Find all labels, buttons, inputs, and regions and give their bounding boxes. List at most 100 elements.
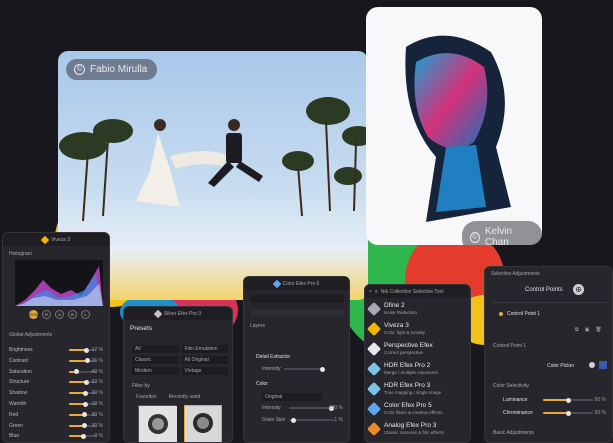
nik-tool-icon bbox=[366, 381, 382, 397]
nik-tool-item[interactable]: Viveza 3 Color, light & tonality bbox=[366, 321, 466, 341]
silver-efex-titlebar: Silver Efex Pro 3 bbox=[124, 307, 232, 320]
group-icon[interactable]: ▣ bbox=[585, 327, 590, 333]
preset-tab-classic[interactable]: Classic bbox=[132, 356, 179, 364]
control-point-1-row[interactable]: Control Point 1 bbox=[499, 311, 540, 317]
nik-tool-name: Color Efex Pro 5 bbox=[384, 402, 432, 409]
preset-tab-modern[interactable]: Modern bbox=[132, 367, 179, 375]
color-efex-row-1[interactable] bbox=[250, 309, 344, 316]
channel-b-button[interactable]: B bbox=[68, 310, 77, 319]
viveza-panel: Viveza 3 Histogram RGB R G B L Global Ad… bbox=[2, 232, 110, 443]
intensity-2-slider[interactable] bbox=[289, 405, 334, 411]
luminance-value: 50 % bbox=[594, 397, 606, 403]
chrominance-slider[interactable] bbox=[543, 410, 593, 416]
channel-rgb-button[interactable]: RGB bbox=[29, 310, 38, 319]
viveza-slider-row: Brightness 17 % bbox=[9, 345, 103, 355]
nik-tool-name: Perspective Efex bbox=[384, 342, 433, 349]
nik-tool-name: HDR Efex Pro 3 bbox=[384, 382, 431, 389]
original-dropdown[interactable]: Original bbox=[262, 393, 322, 401]
nik-tool-item[interactable]: Dfine 2 Noise Reduction bbox=[366, 301, 466, 321]
viveza-title: Viveza 3 bbox=[50, 236, 71, 243]
intensity-2-label: Intensity bbox=[262, 405, 281, 411]
slider-knob[interactable] bbox=[84, 358, 90, 364]
nik-titlebar: × ≡ Nik Collection Selective Tool bbox=[365, 285, 470, 298]
control-point-actions: ⧉ ▣ 🗑 bbox=[575, 327, 602, 333]
color-efex-title: Color Efex Pro 6 bbox=[282, 280, 320, 287]
color-selectivity-label: Color Selectivity bbox=[493, 383, 529, 389]
intensity-slider[interactable] bbox=[284, 366, 325, 372]
viveza-slider-label: Contrast bbox=[9, 357, 28, 364]
photo-credit-badge: © Fabio Mirulla bbox=[66, 59, 158, 80]
portrait-credit-badge: © Kelvin Chan bbox=[462, 221, 542, 245]
nik-tool-item[interactable]: Analog Efex Pro 3 Classic cameras & film … bbox=[366, 421, 466, 441]
nik-tool-icon bbox=[366, 361, 382, 377]
preset-thumbnail-1-art bbox=[139, 406, 177, 442]
viveza-slider-value: 20 % bbox=[91, 390, 103, 397]
filter-name: Detail Extractor bbox=[256, 354, 291, 360]
silver-efex-panel: Silver Efex Pro 3 Presets All Film Emula… bbox=[123, 306, 233, 443]
intensity-2-value: 100 % bbox=[328, 405, 343, 411]
filter-favorites[interactable]: Favorites bbox=[136, 394, 157, 400]
slider-knob[interactable] bbox=[82, 401, 88, 407]
preset-tabs: All Film Emulation Classic All Original … bbox=[132, 345, 228, 375]
preset-tab-all[interactable]: All bbox=[132, 345, 179, 353]
grain-size-slider[interactable] bbox=[289, 417, 334, 423]
nik-tool-desc: Noise Reduction bbox=[384, 310, 418, 315]
slider-knob[interactable] bbox=[83, 390, 89, 396]
nik-tool-item[interactable]: Perspective Efex Correct perspective bbox=[366, 341, 466, 361]
picked-color-swatch[interactable] bbox=[599, 361, 607, 369]
color-picker-label: Color Picker bbox=[547, 363, 575, 369]
viveza-slider-label: Green bbox=[9, 422, 23, 429]
slider-knob[interactable] bbox=[80, 433, 86, 439]
slider-knob[interactable] bbox=[83, 347, 89, 353]
grain-size-value: 1 % bbox=[334, 417, 343, 423]
viveza-slider-row: Shadow 20 % bbox=[9, 388, 103, 398]
viveza-slider-row: Warmth 18 % bbox=[9, 399, 103, 409]
nik-tool-item[interactable]: HDR Efex Pro 2 Merge / multiple exposures bbox=[366, 361, 466, 381]
nik-tool-name: Analog Efex Pro 3 bbox=[384, 422, 437, 429]
preset-thumbnail-1[interactable] bbox=[138, 405, 177, 442]
basic-adjustments-label: Basic Adjustments bbox=[493, 430, 534, 436]
preset-tab-vintage[interactable]: Vintage bbox=[181, 367, 228, 375]
channel-l-button[interactable]: L bbox=[81, 310, 90, 319]
global-adjustments-label: Global Adjustments bbox=[9, 332, 53, 338]
viveza-logo-icon bbox=[40, 235, 50, 244]
nik-selective-tool-panel: × ≡ Nik Collection Selective Tool Dfine … bbox=[364, 284, 471, 443]
channel-g-button[interactable]: G bbox=[55, 310, 64, 319]
slider-knob[interactable] bbox=[82, 412, 88, 418]
viveza-slider[interactable] bbox=[69, 433, 97, 439]
nik-tool-icon bbox=[366, 421, 382, 437]
photo-credit-text: Fabio Mirulla bbox=[90, 64, 148, 75]
viveza-slider-value: 23 % bbox=[91, 379, 103, 386]
viveza-slider-value: 30 % bbox=[91, 422, 103, 429]
preset-tab-original[interactable]: All Original bbox=[181, 356, 228, 364]
add-control-point-icon[interactable]: ⊕ bbox=[573, 284, 584, 295]
slider-knob[interactable] bbox=[73, 369, 79, 375]
nik-tool-text: Viveza 3 Color, light & tonality bbox=[384, 321, 425, 336]
close-icon[interactable]: × bbox=[369, 289, 372, 295]
eyedropper-icon[interactable] bbox=[589, 362, 595, 368]
nik-tool-name: Dfine 2 bbox=[384, 302, 405, 309]
nik-tool-text: Analog Efex Pro 3 Classic cameras & film … bbox=[384, 421, 444, 436]
control-point-section-label: Control Point 1 bbox=[493, 343, 527, 349]
slider-knob[interactable] bbox=[84, 379, 90, 385]
viveza-slider-row: Saturation -40 % bbox=[9, 367, 103, 377]
viveza-slider-row: Structure 23 % bbox=[9, 377, 103, 387]
portrait-photo: © Kelvin Chan bbox=[366, 7, 542, 245]
divider bbox=[493, 302, 607, 303]
control-points-label: Control Points bbox=[525, 287, 563, 293]
nik-tool-item[interactable]: Color Efex Pro 5 Color filters & creative… bbox=[366, 401, 466, 421]
nik-tool-desc: Tone mapping / single image bbox=[384, 390, 442, 395]
slider-knob[interactable] bbox=[82, 423, 88, 429]
delete-icon[interactable]: 🗑 bbox=[595, 327, 601, 333]
channel-r-button[interactable]: R bbox=[42, 310, 51, 319]
menu-icon[interactable]: ≡ bbox=[375, 289, 378, 295]
viveza-slider-label: Red bbox=[9, 411, 19, 418]
luminance-slider[interactable] bbox=[543, 397, 593, 403]
color-efex-search-field[interactable] bbox=[250, 295, 344, 303]
preset-tab-film[interactable]: Film Emulation bbox=[181, 345, 228, 353]
selective-adjustments-title: Selective Adjustments bbox=[491, 271, 540, 277]
preset-thumbnail-2[interactable] bbox=[184, 405, 222, 442]
nik-tool-item[interactable]: HDR Efex Pro 3 Tone mapping / single imag… bbox=[366, 381, 466, 401]
filter-recently-used[interactable]: Recently used bbox=[169, 394, 201, 400]
copy-icon[interactable]: ⧉ bbox=[575, 327, 579, 333]
